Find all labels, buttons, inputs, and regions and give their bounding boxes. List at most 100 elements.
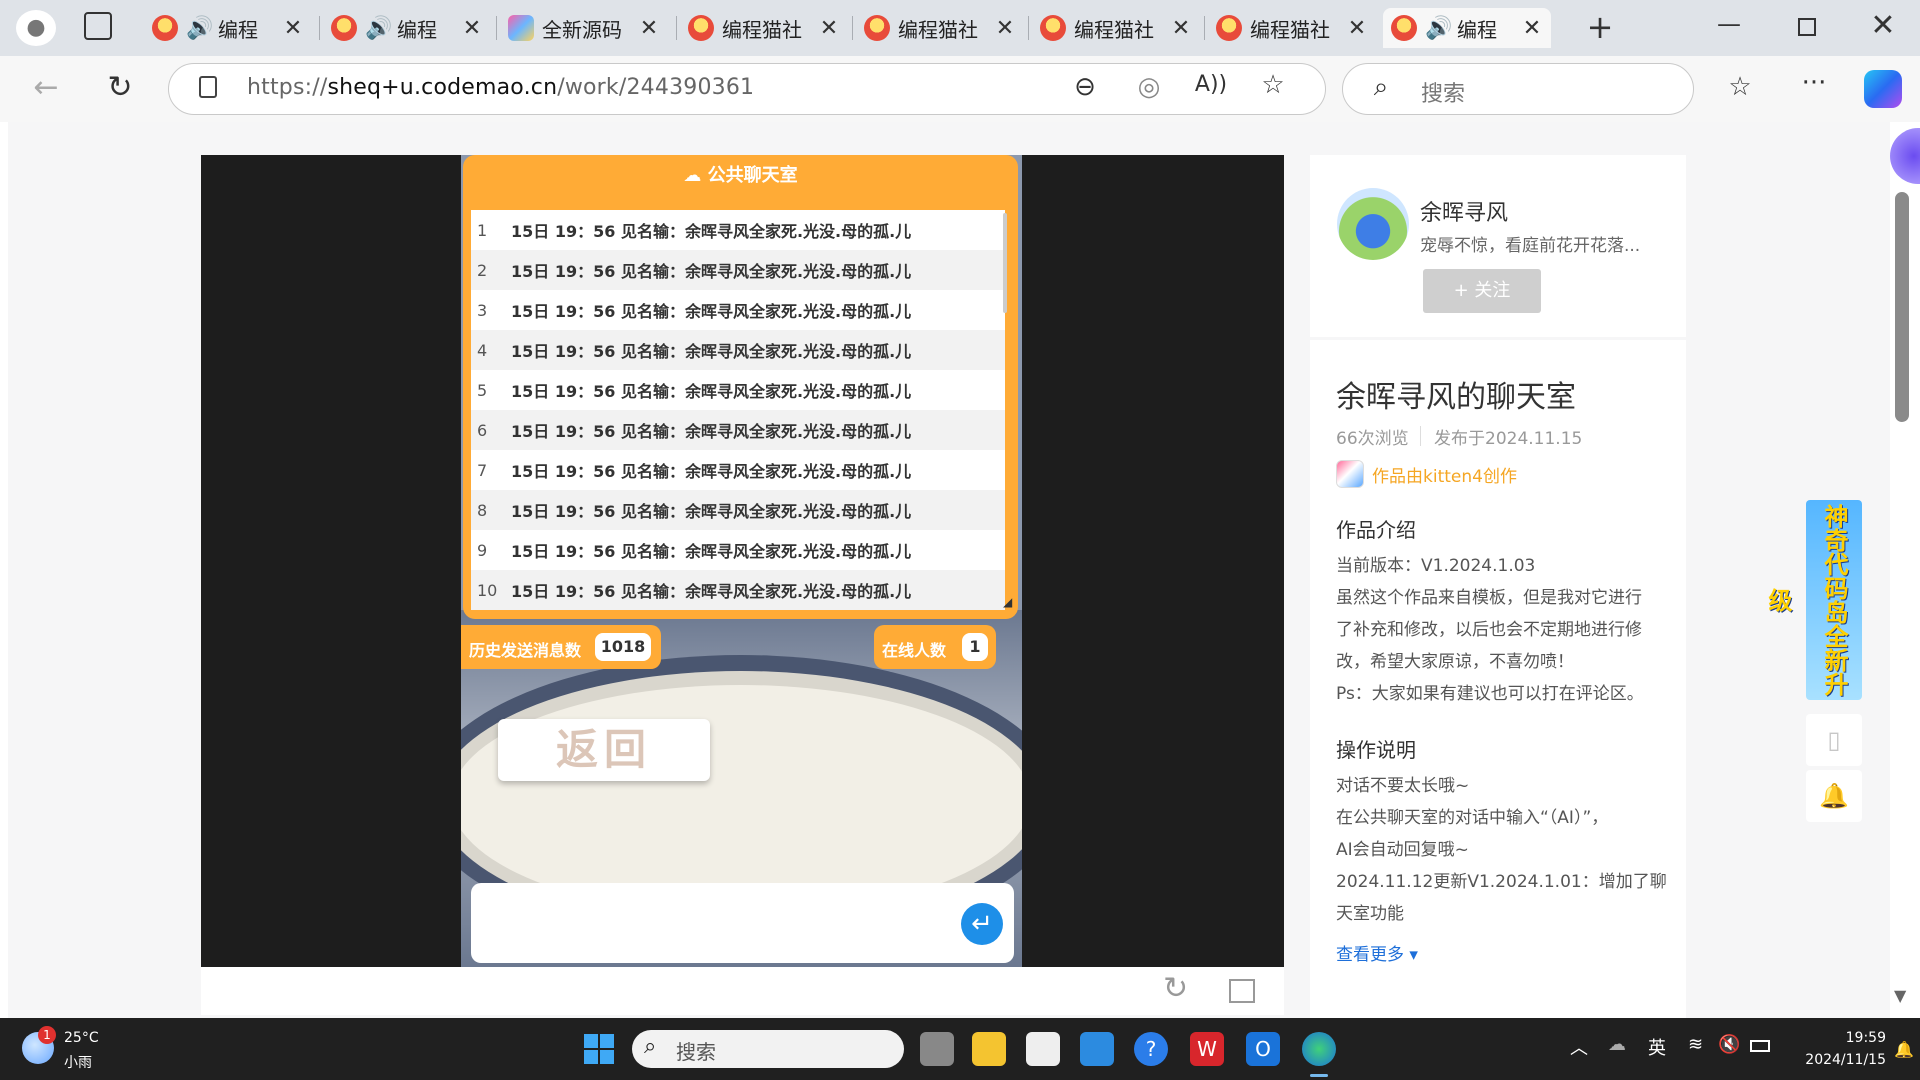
- start-icon[interactable]: [584, 1034, 614, 1064]
- taskbar-search[interactable]: ⌕ 搜索: [632, 1030, 904, 1068]
- bell-icon[interactable]: 🔔: [1806, 770, 1862, 822]
- tab-close-icon[interactable]: ✕: [1170, 16, 1192, 41]
- browser-tab[interactable]: 编程猫社 ✕: [1032, 8, 1200, 48]
- speaker-icon[interactable]: 🔊: [1425, 16, 1452, 41]
- store-icon[interactable]: [1026, 1032, 1060, 1066]
- minimize-button[interactable]: —: [1714, 10, 1744, 38]
- close-window-button[interactable]: ✕: [1868, 8, 1898, 43]
- message-input[interactable]: [471, 883, 1014, 963]
- address-bar[interactable]: https://sheq+u.codemao.cn/work/244390361…: [168, 63, 1326, 115]
- promo-banner[interactable]: 神奇代码岛全新升级: [1764, 500, 1862, 700]
- info-line: 天室功能: [1336, 904, 1404, 924]
- message-number: 1: [477, 220, 488, 240]
- favorite-star-icon[interactable]: ☆: [1255, 70, 1291, 100]
- chat-scroll-indicator[interactable]: [1003, 213, 1007, 313]
- browser-tab[interactable]: 🔊 编程 ✕: [1383, 8, 1551, 48]
- tab-actions-icon[interactable]: [84, 12, 112, 40]
- chat-message-row: 7 15日 19：56 见名输：余晖寻风全家死.光没.母的孤.儿: [471, 450, 1005, 490]
- weather-badge: 1: [38, 1026, 56, 1044]
- mobile-icon[interactable]: ▯: [1806, 714, 1862, 766]
- search-placeholder: 搜索: [1421, 82, 1466, 107]
- tab-close-icon[interactable]: ✕: [818, 16, 840, 41]
- speaker-icon[interactable]: 🔊: [186, 16, 213, 41]
- info-line: 改，希望大家原谅，不喜勿喷！: [1336, 652, 1574, 672]
- browser-tab[interactable]: 编程猫社 ✕: [680, 8, 848, 48]
- volume-mute-icon[interactable]: 🔇: [1718, 1034, 1740, 1055]
- outlook-icon[interactable]: O: [1246, 1032, 1280, 1066]
- author-name[interactable]: 余晖寻风: [1420, 195, 1508, 227]
- game-stage[interactable]: ☁ 公共聊天室 1 15日 19：56 见名输：余晖寻风全家死.光没.母的孤.儿 2…: [461, 155, 1022, 967]
- edge-shopping-icon[interactable]: ◎: [1131, 72, 1167, 102]
- wifi-icon[interactable]: ≋: [1688, 1034, 1703, 1055]
- copilot-icon[interactable]: [1864, 70, 1902, 108]
- url-text[interactable]: https://sheq+u.codemao.cn/work/244390361: [247, 75, 754, 100]
- browser-tab[interactable]: 编程猫社 ✕: [856, 8, 1024, 48]
- chat-message-row: 3 15日 19：56 见名输：余晖寻风全家死.光没.母的孤.儿: [471, 290, 1005, 330]
- see-more-link[interactable]: 查看更多 ▾: [1336, 940, 1418, 965]
- back-button[interactable]: 返回: [498, 719, 710, 781]
- search-box[interactable]: ⌕ 搜索: [1342, 63, 1694, 115]
- tab-close-icon[interactable]: ✕: [282, 16, 304, 41]
- message-text: 15日 19：56 见名输：余晖寻风全家死.光没.母的孤.儿: [511, 502, 912, 521]
- follow-button[interactable]: + 关注: [1423, 269, 1541, 313]
- read-aloud-icon[interactable]: A)): [1193, 72, 1229, 97]
- fullscreen-icon[interactable]: [1229, 979, 1255, 1003]
- edge-icon[interactable]: [1302, 1032, 1336, 1066]
- tab-close-icon[interactable]: ✕: [461, 16, 483, 41]
- wps-icon[interactable]: W: [1190, 1032, 1224, 1066]
- send-icon[interactable]: ↵: [961, 903, 1003, 945]
- tab-favicon-icon: [1040, 15, 1066, 41]
- message-text: 15日 19：56 见名输：余晖寻风全家死.光没.母的孤.儿: [511, 342, 912, 361]
- notification-bell-icon[interactable]: 🔔: [1894, 1040, 1914, 1059]
- back-icon[interactable]: ←: [28, 70, 64, 105]
- restart-icon[interactable]: ↻: [1163, 971, 1188, 1006]
- tab-close-icon[interactable]: ✕: [994, 16, 1016, 41]
- network-off-icon[interactable]: ☁: [1608, 1034, 1626, 1055]
- browser-tab[interactable]: 🔊 编程 ✕: [144, 8, 312, 48]
- profile-avatar[interactable]: ●: [16, 10, 56, 46]
- search-icon: ⌕: [1373, 72, 1389, 102]
- refresh-icon[interactable]: ↻: [102, 70, 138, 105]
- chat-message-row: 6 15日 19：56 见名输：余晖寻风全家死.光没.母的孤.儿: [471, 410, 1005, 450]
- scrollbar-thumb[interactable]: [1895, 192, 1909, 422]
- message-text: 15日 19：56 见名输：余晖寻风全家死.光没.母的孤.儿: [511, 262, 912, 281]
- maximize-button[interactable]: [1798, 18, 1816, 36]
- favorites-list-icon[interactable]: ☆: [1722, 72, 1758, 102]
- work-views: 66次浏览: [1336, 429, 1409, 449]
- work-title: 余晖寻风的聊天室: [1336, 380, 1576, 415]
- browser-tab[interactable]: 🔊 编程 ✕: [323, 8, 491, 48]
- chat-message-list[interactable]: 1 15日 19：56 见名输：余晖寻风全家死.光没.母的孤.儿 2 15日 19：5…: [471, 210, 1005, 610]
- file-explorer-icon[interactable]: [972, 1032, 1006, 1066]
- taskbar-search-icon: ⌕: [644, 1034, 657, 1059]
- clock-date[interactable]: 2024/11/15: [1790, 1052, 1886, 1068]
- tab-close-icon[interactable]: ✕: [1346, 16, 1368, 41]
- battery-icon[interactable]: [1750, 1040, 1770, 1052]
- zoom-out-icon[interactable]: ⊖: [1067, 72, 1103, 102]
- author-avatar[interactable]: [1337, 188, 1409, 260]
- tab-separator: [852, 16, 853, 40]
- clock-time[interactable]: 19:59: [1810, 1030, 1886, 1046]
- ime-indicator[interactable]: 英: [1648, 1034, 1666, 1060]
- new-tab-button[interactable]: +: [1582, 8, 1618, 46]
- online-count-bar: 在线人数 1: [874, 625, 996, 669]
- speaker-icon[interactable]: 🔊: [365, 16, 392, 41]
- taskbar: 1 25°C 小雨 ⌕ 搜索 ? W O ︿ ☁ 英 ≋ 🔇 19:59 202…: [0, 1018, 1920, 1080]
- task-view-icon[interactable]: [920, 1032, 954, 1066]
- info-line: 对话不要太长哦~: [1336, 776, 1470, 796]
- tab-separator: [1204, 16, 1205, 40]
- info-line: 当前版本：V1.2024.1.03: [1336, 556, 1536, 576]
- browser-tab[interactable]: 编程猫社 ✕: [1208, 8, 1376, 48]
- made-with-link[interactable]: 作品由kitten4创作: [1372, 462, 1517, 487]
- tab-close-icon[interactable]: ✕: [1521, 16, 1543, 41]
- lock-icon[interactable]: [199, 76, 217, 98]
- resize-corner-icon[interactable]: ◢: [1003, 595, 1012, 609]
- tab-favicon-icon: [331, 15, 357, 41]
- browser-tab[interactable]: 全新源码 ✕: [500, 8, 668, 48]
- help-icon[interactable]: ?: [1134, 1032, 1168, 1066]
- app-icon-blue[interactable]: [1080, 1032, 1114, 1066]
- scroll-down-arrow[interactable]: ▼: [1894, 986, 1906, 1005]
- tab-separator: [319, 16, 320, 40]
- tab-close-icon[interactable]: ✕: [638, 16, 660, 41]
- more-menu-icon[interactable]: ···: [1796, 68, 1832, 98]
- tray-chevron-icon[interactable]: ︿: [1570, 1034, 1588, 1060]
